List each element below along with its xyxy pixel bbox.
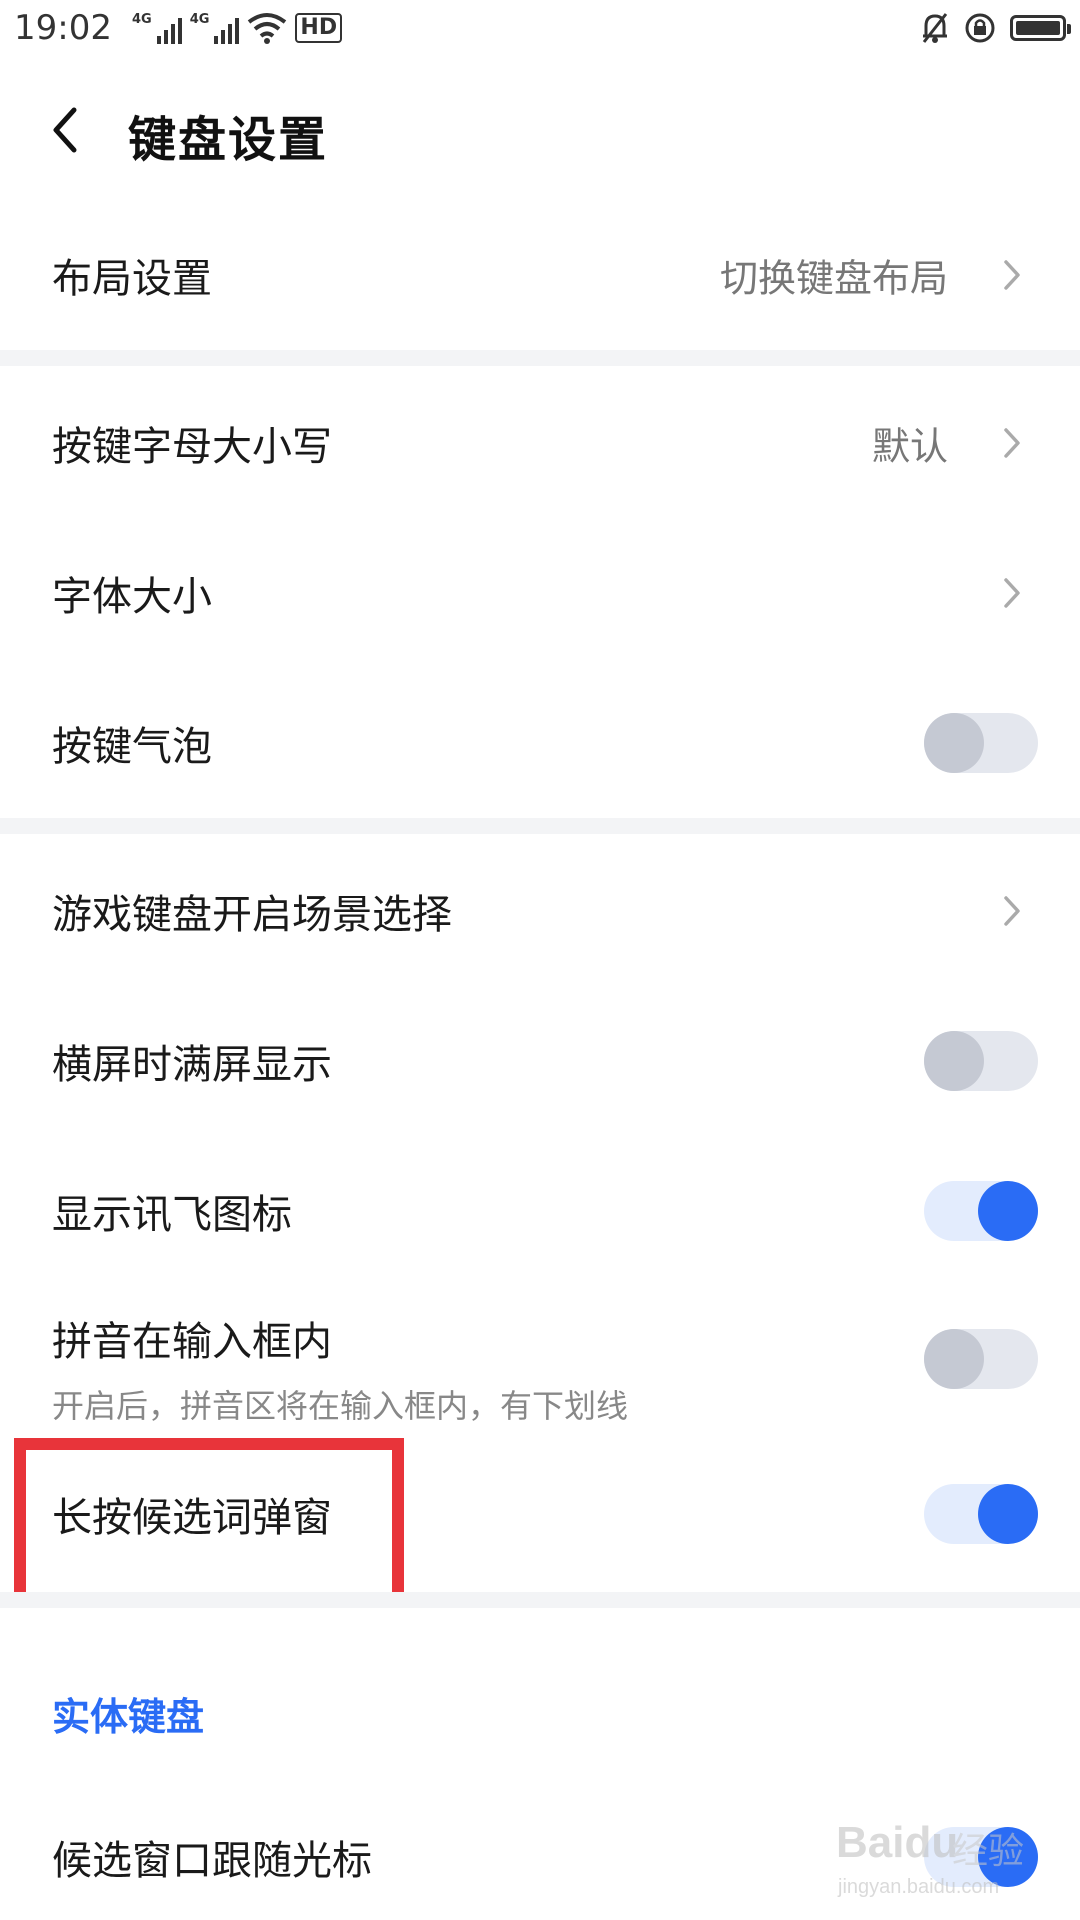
- setting-show-icon: 显示讯飞图标: [0, 1136, 1080, 1286]
- wifi-icon: [248, 13, 287, 44]
- section-title: 实体键盘: [52, 1695, 205, 1739]
- setting-label: 拼音在输入框内: [52, 1319, 332, 1365]
- setting-label: 布局设置: [52, 256, 212, 302]
- status-left: 19:02 4G 4G HD: [14, 8, 343, 48]
- status-right: [920, 12, 1071, 44]
- chevron-right-icon: [1004, 428, 1020, 458]
- mute-icon: [922, 13, 948, 43]
- signal-icon: 4G: [132, 12, 182, 44]
- landscape-fullscreen-toggle[interactable]: [924, 1031, 1038, 1091]
- rotation-lock-icon: [965, 13, 995, 43]
- header: 键盘设置: [0, 80, 1080, 180]
- toggle-knob: [978, 1181, 1038, 1241]
- chevron-right-icon: [1004, 260, 1020, 290]
- section-divider: [0, 1592, 1080, 1608]
- section-divider: [0, 350, 1080, 366]
- setting-landscape-fullscreen: 横屏时满屏显示: [0, 986, 1080, 1136]
- toggle-knob: [924, 1329, 984, 1389]
- chevron-right-icon: [1004, 578, 1020, 608]
- network-type-label: 4G: [131, 12, 152, 27]
- watermark: Baidu 经验 jingyan.baidu.com: [824, 1810, 1024, 1914]
- watermark-brand-cn: 经验: [952, 1831, 1025, 1872]
- key-bubble-toggle[interactable]: [924, 713, 1038, 773]
- section-divider: [0, 818, 1080, 834]
- long-press-popup-toggle[interactable]: [924, 1484, 1038, 1544]
- setting-game-keyboard[interactable]: 游戏键盘开启场景选择: [0, 836, 1080, 986]
- toggle-knob: [924, 713, 984, 773]
- watermark-brand: Baidu: [836, 1818, 959, 1867]
- setting-label: 显示讯飞图标: [52, 1192, 292, 1238]
- toggle-knob: [924, 1031, 984, 1091]
- status-time: 19:02: [14, 8, 112, 48]
- setting-long-press-popup: 长按候选词弹窗: [0, 1436, 1080, 1592]
- watermark-url: jingyan.baidu.com: [838, 1876, 1000, 1898]
- setting-label: 字体大小: [52, 574, 212, 620]
- page-title: 键盘设置: [128, 112, 329, 168]
- setting-label: 候选窗口跟随光标: [52, 1838, 372, 1884]
- setting-key-bubble: 按键气泡: [0, 668, 1080, 818]
- show-icon-toggle[interactable]: [924, 1181, 1038, 1241]
- setting-description: 开启后，拼音区将在输入框内，有下划线: [52, 1387, 629, 1425]
- setting-key-case[interactable]: 按键字母大小写 默认: [0, 368, 1080, 518]
- hd-icon: HD: [295, 13, 343, 43]
- battery-icon: [1010, 15, 1071, 41]
- setting-label: 横屏时满屏显示: [52, 1042, 332, 1088]
- setting-label: 长按候选词弹窗: [52, 1495, 332, 1541]
- setting-pinyin-inline: 拼音在输入框内 开启后，拼音区将在输入框内，有下划线: [0, 1286, 1080, 1436]
- toggle-knob: [978, 1484, 1038, 1544]
- status-bar: 19:02 4G 4G HD: [0, 0, 1080, 56]
- setting-font-size[interactable]: 字体大小: [0, 518, 1080, 668]
- signal-icon: 4G: [190, 12, 240, 44]
- chevron-right-icon: [1004, 896, 1020, 926]
- setting-value: 切换键盘布局: [719, 256, 948, 301]
- setting-layout[interactable]: 布局设置 切换键盘布局: [0, 200, 1080, 350]
- chevron-left-icon[interactable]: [44, 104, 84, 156]
- setting-label: 游戏键盘开启场景选择: [52, 892, 452, 938]
- pinyin-inline-toggle[interactable]: [924, 1329, 1038, 1389]
- setting-value: 默认: [871, 424, 948, 469]
- setting-label: 按键气泡: [52, 724, 212, 770]
- setting-label: 按键字母大小写: [52, 424, 332, 470]
- network-type-label: 4G: [189, 12, 210, 27]
